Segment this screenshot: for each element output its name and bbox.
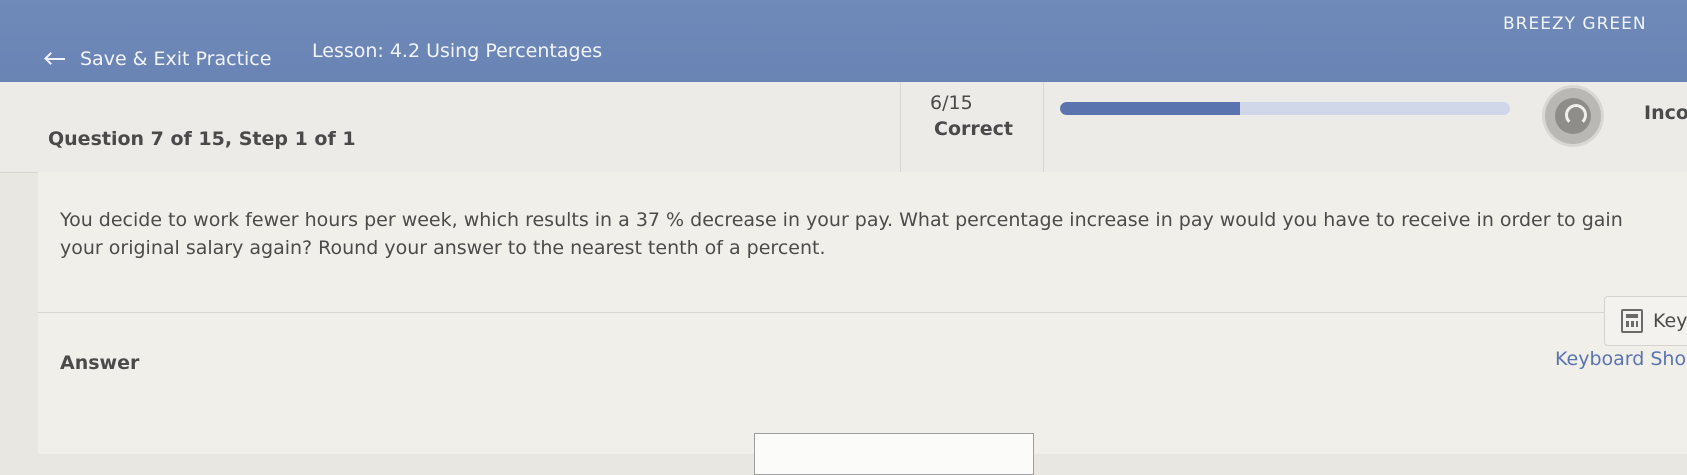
- progress-bar: [1060, 102, 1510, 115]
- keypad-label: Key: [1653, 310, 1687, 332]
- incomplete-label: Inco: [1644, 102, 1687, 124]
- calculator-icon: [1621, 309, 1643, 333]
- save-exit-button[interactable]: Save & Exit Practice: [44, 48, 271, 70]
- save-exit-label: Save & Exit Practice: [80, 48, 272, 70]
- answer-label: Answer: [60, 352, 140, 374]
- question-panel: You decide to work fewer hours per week,…: [38, 172, 1687, 475]
- answer-input[interactable]: [754, 433, 1034, 475]
- gauge-icon[interactable]: [1545, 88, 1601, 144]
- divider: [38, 312, 1687, 313]
- status-bar: Question 7 of 15, Step 1 of 1 6/15 Corre…: [0, 82, 1687, 173]
- keyboard-shortcuts-link[interactable]: Keyboard Sho: [1555, 348, 1686, 370]
- divider: [900, 82, 901, 172]
- keypad-button[interactable]: Key: [1604, 296, 1687, 346]
- progress-fill: [1060, 102, 1240, 115]
- divider: [1043, 82, 1044, 172]
- lesson-title: Lesson: 4.2 Using Percentages: [312, 40, 603, 62]
- question-line: You decide to work fewer hours per week,…: [60, 209, 1623, 231]
- question-line: your original salary again? Round your a…: [60, 237, 826, 259]
- question-step-label: Question 7 of 15, Step 1 of 1: [48, 128, 356, 150]
- question-text: You decide to work fewer hours per week,…: [60, 206, 1685, 262]
- back-arrow-icon: [44, 52, 66, 66]
- user-name[interactable]: BREEZY GREEN: [1503, 14, 1647, 34]
- score-label: Correct: [934, 118, 1013, 140]
- score-count: 6/15: [930, 92, 973, 114]
